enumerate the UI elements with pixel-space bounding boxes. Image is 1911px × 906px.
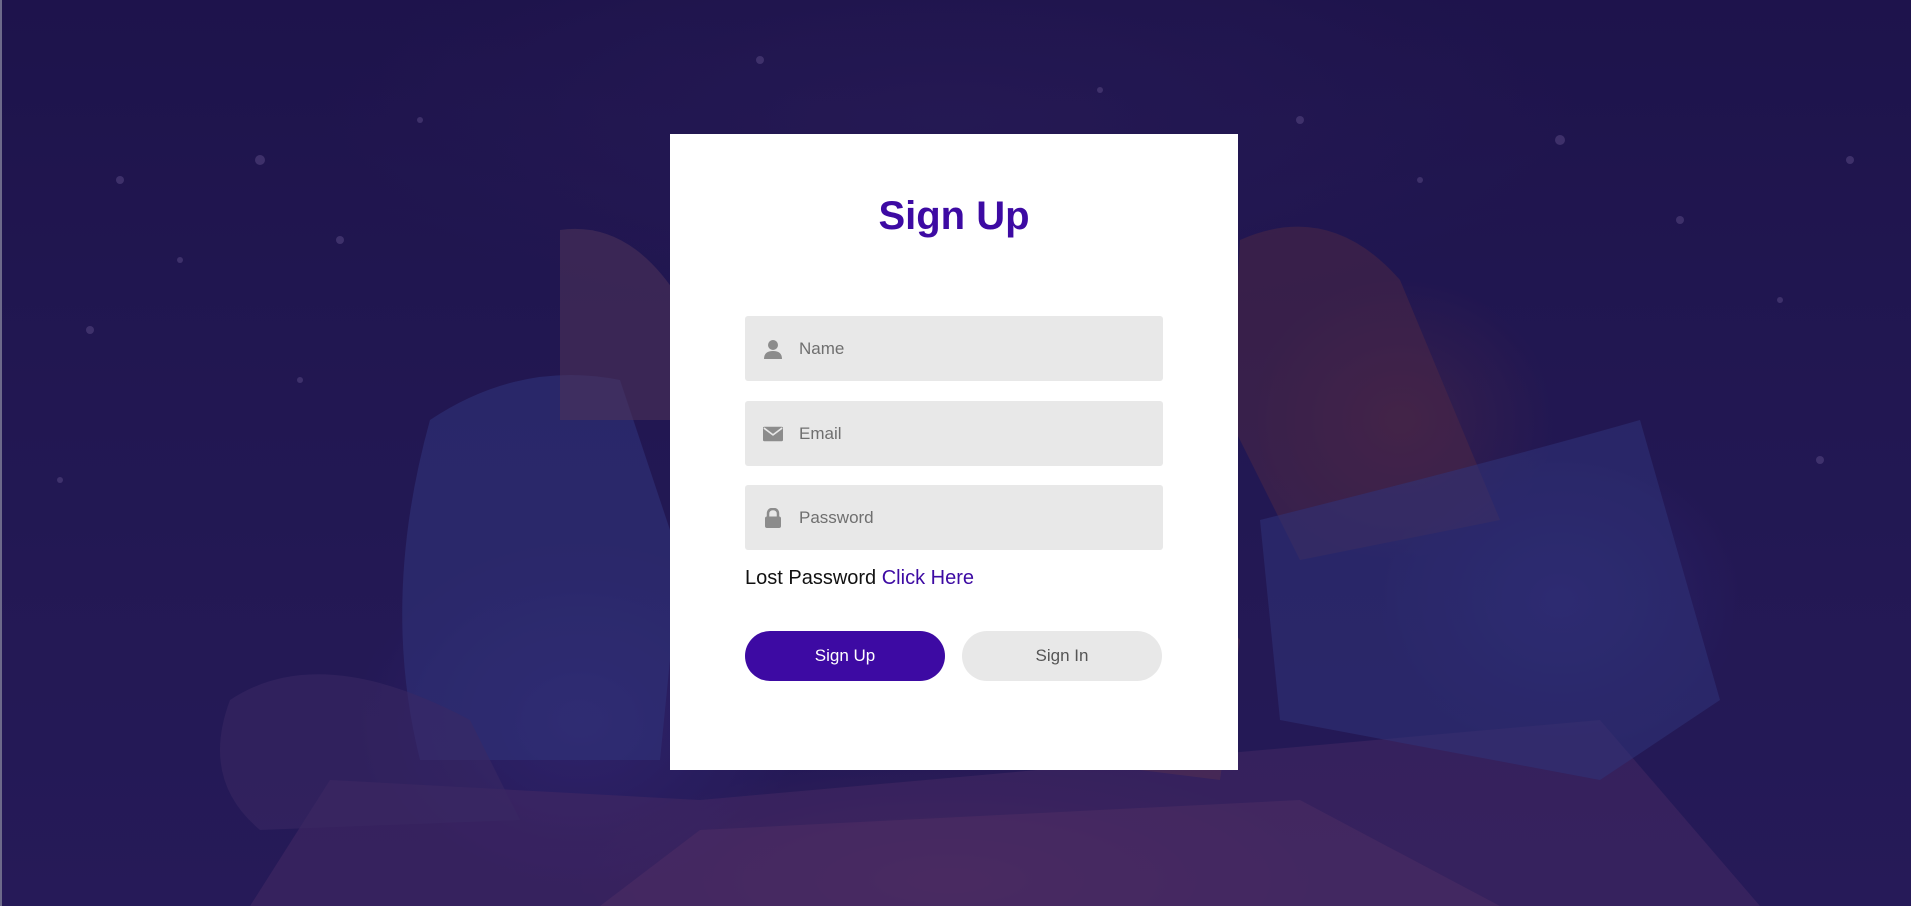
name-input[interactable] [799,338,1139,359]
name-field[interactable] [745,316,1163,381]
envelope-icon [763,424,783,444]
click-here-link[interactable]: Click Here [882,567,974,589]
password-input[interactable] [799,507,1139,528]
user-icon [763,339,783,359]
lost-password-row: Lost Password Click Here [745,567,974,590]
sign-in-button[interactable]: Sign In [962,631,1162,681]
password-field[interactable] [745,485,1163,550]
email-input[interactable] [799,423,1139,444]
signup-card: Sign Up Lost Password Cli [670,134,1238,770]
email-field[interactable] [745,401,1163,466]
page-title: Sign Up [878,194,1030,238]
window-edge [0,0,2,906]
lost-password-label: Lost Password [745,567,877,589]
sign-up-button[interactable]: Sign Up [745,631,945,681]
lock-icon [763,507,783,528]
